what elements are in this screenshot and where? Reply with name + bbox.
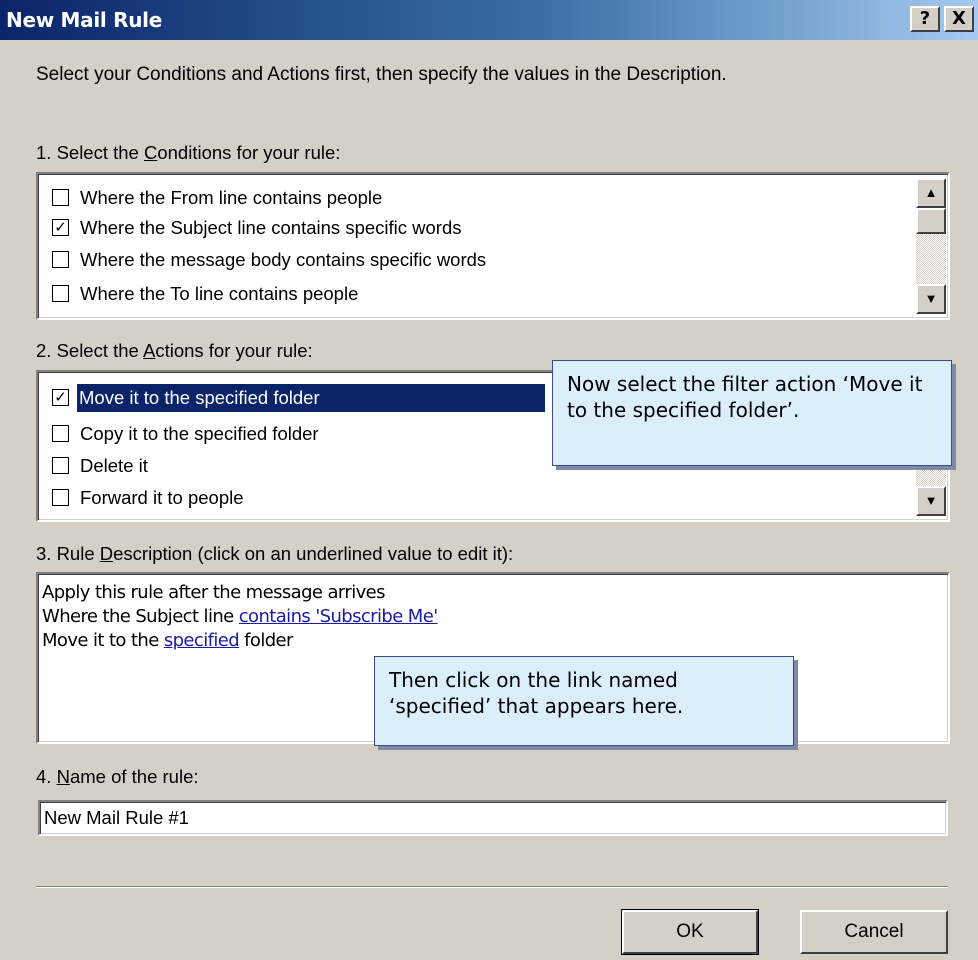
condition-item[interactable]: Where the To line contains people [46, 280, 914, 308]
title-bar[interactable]: New Mail Rule ? X [0, 0, 978, 40]
condition-label: Where the From line contains people [80, 187, 383, 208]
action-label: Move it to the specified folder [77, 384, 324, 412]
ok-button[interactable]: OK [621, 909, 759, 955]
link-tip-callout: Then click on the link named ‘specified’… [374, 656, 794, 746]
condition-label: Where the To line contains people [80, 283, 359, 304]
action-label: Forward it to people [80, 487, 244, 508]
separator [36, 887, 948, 888]
conditions-scrollbar[interactable]: ▲ ▼ [916, 178, 946, 314]
description-line: Where the Subject line contains 'Subscri… [42, 606, 438, 627]
close-button[interactable]: X [944, 6, 974, 32]
checkbox[interactable] [52, 285, 69, 302]
scroll-up-icon[interactable]: ▲ [916, 178, 946, 208]
intro-text: Select your Conditions and Actions first… [36, 64, 727, 85]
action-label: Copy it to the specified folder [80, 423, 319, 444]
condition-item[interactable]: Where the message body contains specific… [46, 246, 914, 274]
checkbox[interactable]: ✓ [52, 219, 69, 236]
action-tip-callout: Now select the filter action ‘Move it to… [552, 360, 952, 466]
checkbox[interactable] [52, 189, 69, 206]
name-label: 4. Name of the rule: [36, 766, 199, 787]
scroll-thumb[interactable] [916, 208, 946, 234]
checkbox[interactable]: ✓ [52, 389, 69, 406]
scroll-down-icon[interactable]: ▼ [916, 284, 946, 314]
description-line: Apply this rule after the message arrive… [42, 582, 386, 603]
checkbox[interactable] [52, 457, 69, 474]
rule-name-input[interactable]: New Mail Rule #1 [38, 800, 948, 836]
description-line: Move it to the specified folder [42, 630, 293, 651]
condition-item[interactable]: Where the From line contains people [46, 184, 914, 212]
specified-folder-link[interactable]: specified [164, 630, 240, 651]
action-item[interactable]: Forward it to people [46, 484, 914, 512]
checkbox[interactable] [52, 489, 69, 506]
help-button[interactable]: ? [910, 6, 940, 32]
subject-words-link[interactable]: contains 'Subscribe Me' [239, 606, 438, 627]
description-label: 3. Rule Description (click on an underli… [36, 543, 514, 564]
action-label: Delete it [80, 455, 148, 476]
window-title: New Mail Rule [6, 8, 162, 32]
actions-label: 2. Select the Actions for your rule: [36, 340, 313, 361]
conditions-list[interactable]: Where the From line contains people ✓ Wh… [36, 172, 950, 320]
condition-label: Where the message body contains specific… [80, 249, 487, 270]
cancel-button[interactable]: Cancel [800, 910, 948, 954]
conditions-label: 1. Select the Conditions for your rule: [36, 142, 341, 163]
checkbox[interactable] [52, 251, 69, 268]
scroll-down-icon[interactable]: ▼ [916, 486, 946, 516]
condition-label: Where the Subject line contains specific… [80, 217, 462, 238]
condition-item[interactable]: ✓ Where the Subject line contains specif… [46, 214, 914, 242]
checkbox[interactable] [52, 425, 69, 442]
